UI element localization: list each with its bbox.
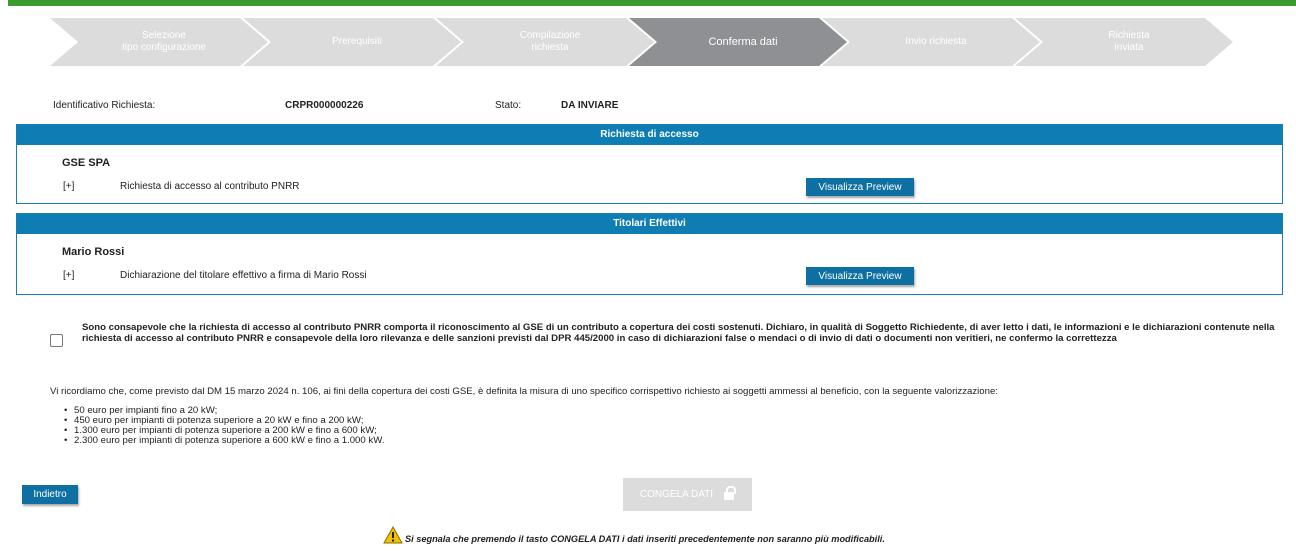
warning-icon	[383, 526, 403, 544]
step-selezione: Selezione tipo configurazione	[50, 18, 268, 66]
panel-title: Titolari Effettivi	[17, 214, 1282, 234]
step-prerequisiti: Prerequisiti	[243, 18, 461, 66]
consent-checkbox[interactable]	[50, 334, 63, 347]
step-invio-richiesta: Invio richiesta	[822, 18, 1040, 66]
expand-toggle[interactable]: [+]	[63, 270, 74, 281]
step-conferma-dati: Conferma dati	[629, 18, 847, 66]
step-label-line1: Compilazione	[519, 30, 581, 41]
status-label: Stato:	[495, 100, 522, 111]
step-label-line2: richiesta	[531, 42, 569, 53]
warning-text: Si segnala che premendo il tasto CONGELA…	[405, 534, 885, 544]
step-label-line1: Conferma dati	[708, 36, 778, 48]
fee-note: Vi ricordiamo che, come previsto dal DM …	[50, 386, 998, 397]
status-value: DA INVIARE	[561, 100, 619, 111]
expand-toggle[interactable]: [+]	[63, 181, 74, 192]
request-id-label: Identificativo Richiesta:	[53, 100, 156, 111]
step-label-line1: Invio richiesta	[905, 36, 967, 47]
beneficial-owners-panel: Titolari Effettivi Mario Rossi [+] Dichi…	[16, 213, 1283, 295]
step-richiesta-inviata: Richiesta inviata	[1015, 18, 1233, 66]
consent-text: Sono consapevole che la richiesta di acc…	[82, 322, 1275, 344]
lock-icon	[723, 485, 737, 501]
step-compilazione: Compilazione richiesta	[436, 18, 654, 66]
warning-message: Si segnala che premendo il tasto CONGELA…	[383, 526, 885, 544]
holder-name: GSE SPA	[62, 157, 111, 169]
preview-button[interactable]: Visualizza Preview	[806, 178, 914, 196]
document-description: Richiesta di accesso al contributo PNRR	[120, 181, 300, 192]
panel-title: Richiesta di accesso	[17, 125, 1282, 145]
access-request-panel: Richiesta di accesso GSE SPA [+] Richies…	[16, 124, 1283, 204]
list-item: • 2.300 euro per impianti di potenza supe…	[64, 435, 385, 446]
step-label-line1: Selezione	[142, 30, 186, 41]
top-accent-bar	[8, 0, 1296, 6]
request-id-value: CRPR000000226	[285, 100, 364, 111]
freeze-data-label: CONGELA DATI	[639, 489, 714, 500]
freeze-data-button[interactable]: CONGELA DATI	[623, 478, 752, 511]
step-label-line1: Richiesta	[1108, 30, 1150, 41]
step-label-line2: tipo configurazione	[122, 42, 206, 53]
document-description: Dichiarazione del titolare effettivo a f…	[120, 270, 367, 281]
step-label-line2: inviata	[1114, 42, 1144, 53]
step-label-line1: Prerequisiti	[331, 36, 383, 47]
wizard-steps: Selezione tipo configurazione Prerequisit…	[50, 18, 1240, 66]
holder-name: Mario Rossi	[62, 246, 125, 258]
preview-button[interactable]: Visualizza Preview	[806, 267, 914, 285]
fee-text: 2.300 euro per impianti di potenza super…	[74, 435, 385, 446]
back-button[interactable]: Indietro	[22, 485, 78, 504]
fee-list: • 50 euro per impianti fino a 20 kW; • 450…	[64, 406, 384, 446]
